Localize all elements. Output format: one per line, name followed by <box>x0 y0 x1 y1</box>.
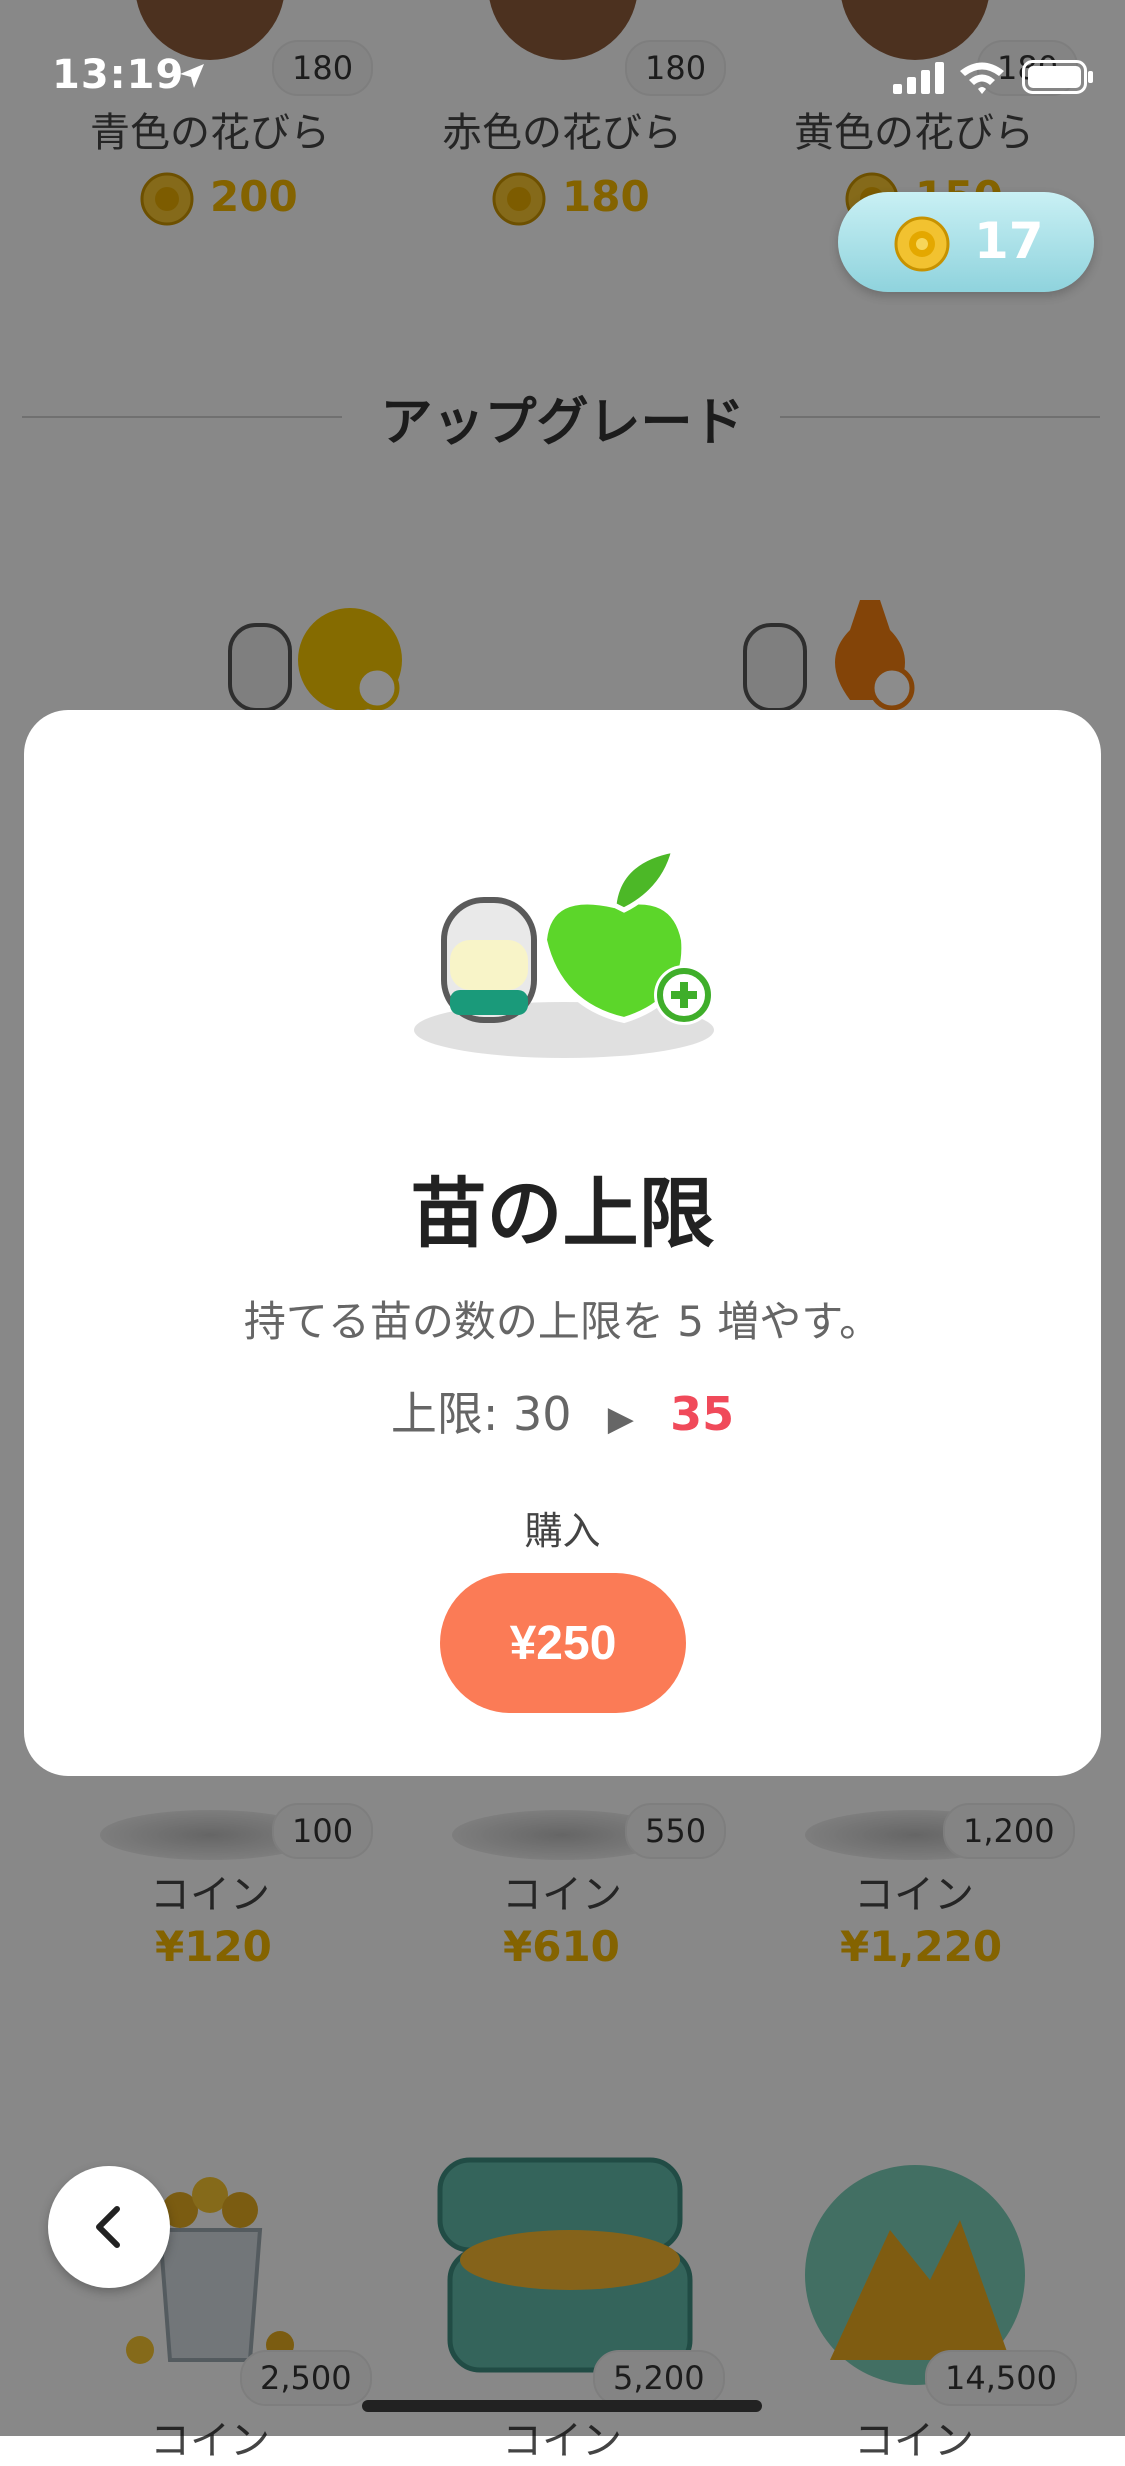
limit-current: 上限: 30 <box>390 1387 572 1441</box>
coin-balance-count: 17 <box>974 212 1044 270</box>
buy-label: 購入 <box>524 1509 601 1553</box>
arrow-right-icon: ▶ <box>586 1399 656 1439</box>
coin-icon <box>894 216 950 272</box>
status-bar: 13:19 <box>0 0 1125 140</box>
home-indicator[interactable] <box>362 2400 762 2412</box>
signal-icon <box>893 62 944 94</box>
buy-button[interactable]: ¥250 <box>440 1573 686 1713</box>
back-button[interactable] <box>48 2166 170 2288</box>
modal-title: 苗の上限 <box>410 1169 715 1258</box>
limit-row: 上限: 30 ▶ 35 <box>24 1378 1101 1444</box>
limit-new: 35 <box>670 1387 735 1441</box>
coin-balance[interactable]: 17 <box>838 192 1094 292</box>
status-time: 13:19 <box>52 52 185 98</box>
chevron-left-icon <box>96 2206 120 2248</box>
battery-icon <box>1022 60 1093 94</box>
modal-description: 持てる苗の数の上限を 5 増やす。 <box>243 1297 882 1346</box>
upgrade-modal: 苗の上限 持てる苗の数の上限を 5 増やす。 上限: 30 ▶ 35 購入 ¥2… <box>24 710 1101 1776</box>
location-arrow-icon <box>180 64 204 88</box>
wifi-icon <box>960 62 1004 94</box>
seedling-limit-icon <box>414 846 714 1058</box>
